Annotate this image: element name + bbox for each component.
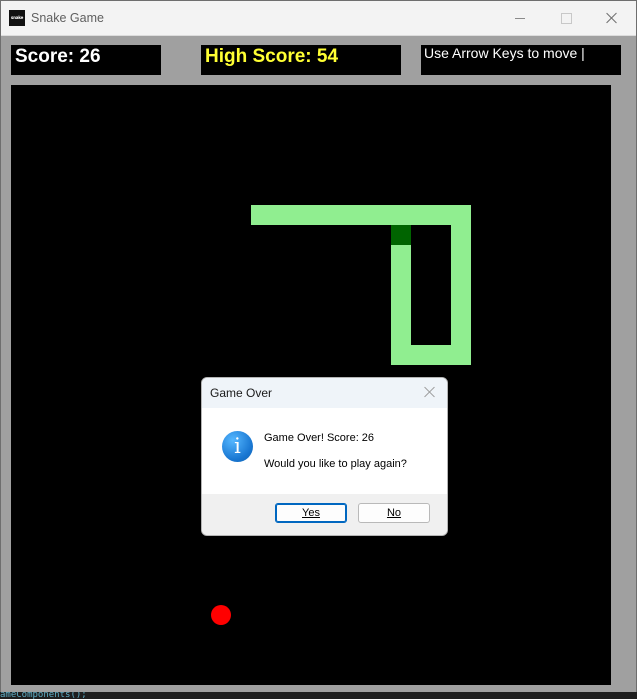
window-title: Snake Game bbox=[31, 11, 104, 25]
game-over-dialog: Game Over i Game Over! Score: 26 Would y… bbox=[201, 377, 448, 536]
title-bar[interactable]: snake Snake Game bbox=[1, 1, 636, 36]
high-score-label: High Score: 54 bbox=[201, 45, 401, 75]
minimize-icon bbox=[515, 18, 525, 19]
dialog-score-message: Game Over! Score: 26 bbox=[264, 432, 375, 444]
close-icon bbox=[606, 12, 618, 24]
dialog-footer: Yes No bbox=[202, 494, 447, 535]
dialog-close-icon[interactable] bbox=[424, 386, 436, 398]
close-button[interactable] bbox=[589, 1, 635, 35]
app-window: snake Snake Game Score: 26 High Score: 5… bbox=[0, 0, 637, 697]
dialog-title-bar[interactable]: Game Over bbox=[202, 378, 447, 408]
snake-segment bbox=[451, 225, 471, 365]
maximize-icon bbox=[561, 13, 572, 24]
console-output-fragment: ameComponents(); bbox=[0, 692, 637, 699]
snake-segment bbox=[391, 245, 411, 345]
snake-app-icon: snake bbox=[9, 10, 25, 26]
dialog-title: Game Over bbox=[210, 386, 273, 400]
food-apple bbox=[211, 605, 231, 625]
snake-segment bbox=[391, 345, 451, 365]
maximize-button[interactable] bbox=[543, 1, 589, 35]
snake-segment bbox=[251, 205, 471, 225]
minimize-button[interactable] bbox=[497, 1, 543, 35]
info-icon: i bbox=[222, 431, 253, 462]
no-button[interactable]: No bbox=[358, 503, 430, 523]
yes-button[interactable]: Yes bbox=[275, 503, 347, 523]
snake-head bbox=[391, 225, 411, 245]
dialog-prompt-message: Would you like to play again? bbox=[264, 458, 407, 470]
score-label: Score: 26 bbox=[11, 45, 161, 75]
instructions-label: Use Arrow Keys to move | bbox=[421, 45, 621, 75]
